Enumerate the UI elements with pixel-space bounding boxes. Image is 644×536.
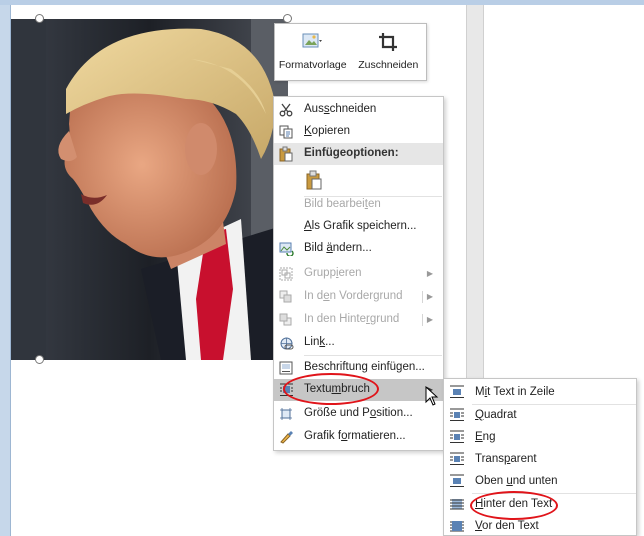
scissors-icon (274, 99, 298, 121)
resize-handle-bottom-left[interactable] (35, 355, 44, 364)
menu-item-send-backward[interactable]: In den Hintergrund ▶ (274, 309, 443, 331)
wrap-top-bottom-icon (450, 474, 464, 488)
wrap-top-bottom[interactable]: Oben und unten (444, 470, 636, 492)
wrap-in-line-with-text[interactable]: Mit Text in Zeile (444, 381, 636, 403)
paste-options-header: Einfügeoptionen: (274, 143, 443, 165)
menu-item-bring-forward[interactable]: In den Vordergrund ▶ (274, 286, 443, 308)
annotation-oval-behind-text (470, 491, 558, 520)
submenu-arrow-icon: ▶ (426, 292, 433, 301)
wrap-in-front-of-text[interactable]: Vor den Text (444, 515, 636, 536)
wrap-through[interactable]: Transparent (444, 448, 636, 470)
mini-toolbar: Formatvorlage Zuschneiden (274, 23, 427, 81)
crop-button-label: Zuschneiden (358, 59, 419, 71)
window-frame-left (0, 5, 11, 536)
wrap-in-front-icon (450, 519, 464, 533)
menu-item-link[interactable]: Link... (274, 332, 443, 354)
crop-icon (378, 31, 398, 53)
wrap-tight-icon (450, 430, 464, 444)
menu-item-change-picture[interactable]: Bild ändern... (274, 238, 443, 260)
menu-separator (304, 355, 442, 356)
style-button-label: Formatvorlage (278, 59, 347, 71)
menu-item-copy[interactable]: Kopieren (274, 121, 443, 143)
send-backward-icon (274, 309, 298, 331)
style-button[interactable]: Formatvorlage (275, 24, 351, 80)
paste-option-button[interactable] (274, 167, 443, 193)
paste-option-icon (304, 170, 324, 190)
wrap-tight[interactable]: Eng (444, 426, 636, 448)
crop-button[interactable]: Zuschneiden (351, 24, 427, 80)
submenu-arrow-icon: ▶ (426, 269, 433, 278)
menu-item-format-picture[interactable]: Grafik formatieren... (274, 426, 443, 448)
group-icon (274, 263, 298, 285)
mouse-pointer-icon (425, 385, 439, 409)
annotation-oval-wrap-text (283, 373, 379, 405)
resize-handle-top-right[interactable] (283, 14, 292, 23)
format-picture-icon (274, 426, 298, 448)
submenu-arrow-icon: ▶ (426, 315, 433, 324)
picture-style-icon (302, 31, 324, 53)
wrap-square-icon (450, 408, 464, 422)
wrap-behind-text-icon (450, 497, 464, 511)
menu-item-save-as-picture[interactable]: Als Grafik speichern... (274, 216, 443, 238)
link-icon (274, 332, 298, 354)
resize-handle-top-left[interactable] (35, 14, 44, 23)
wrap-through-icon (450, 452, 464, 466)
caption-icon (274, 357, 298, 379)
paste-icon (274, 143, 298, 165)
size-position-icon (274, 403, 298, 425)
menu-item-cut[interactable]: Ausschneiden (274, 99, 443, 121)
menu-item-group[interactable]: Gruppieren ▶ (274, 263, 443, 285)
wrap-square[interactable]: Quadrat (444, 404, 636, 426)
inserted-picture[interactable] (11, 19, 288, 360)
change-picture-icon (274, 238, 298, 260)
menu-item-edit-picture[interactable]: Bild bearbeiten (274, 194, 443, 216)
menu-item-size-position[interactable]: Größe und Position... (274, 403, 443, 425)
copy-icon (274, 121, 298, 143)
wrap-inline-icon (450, 385, 464, 399)
bring-forward-icon (274, 286, 298, 308)
